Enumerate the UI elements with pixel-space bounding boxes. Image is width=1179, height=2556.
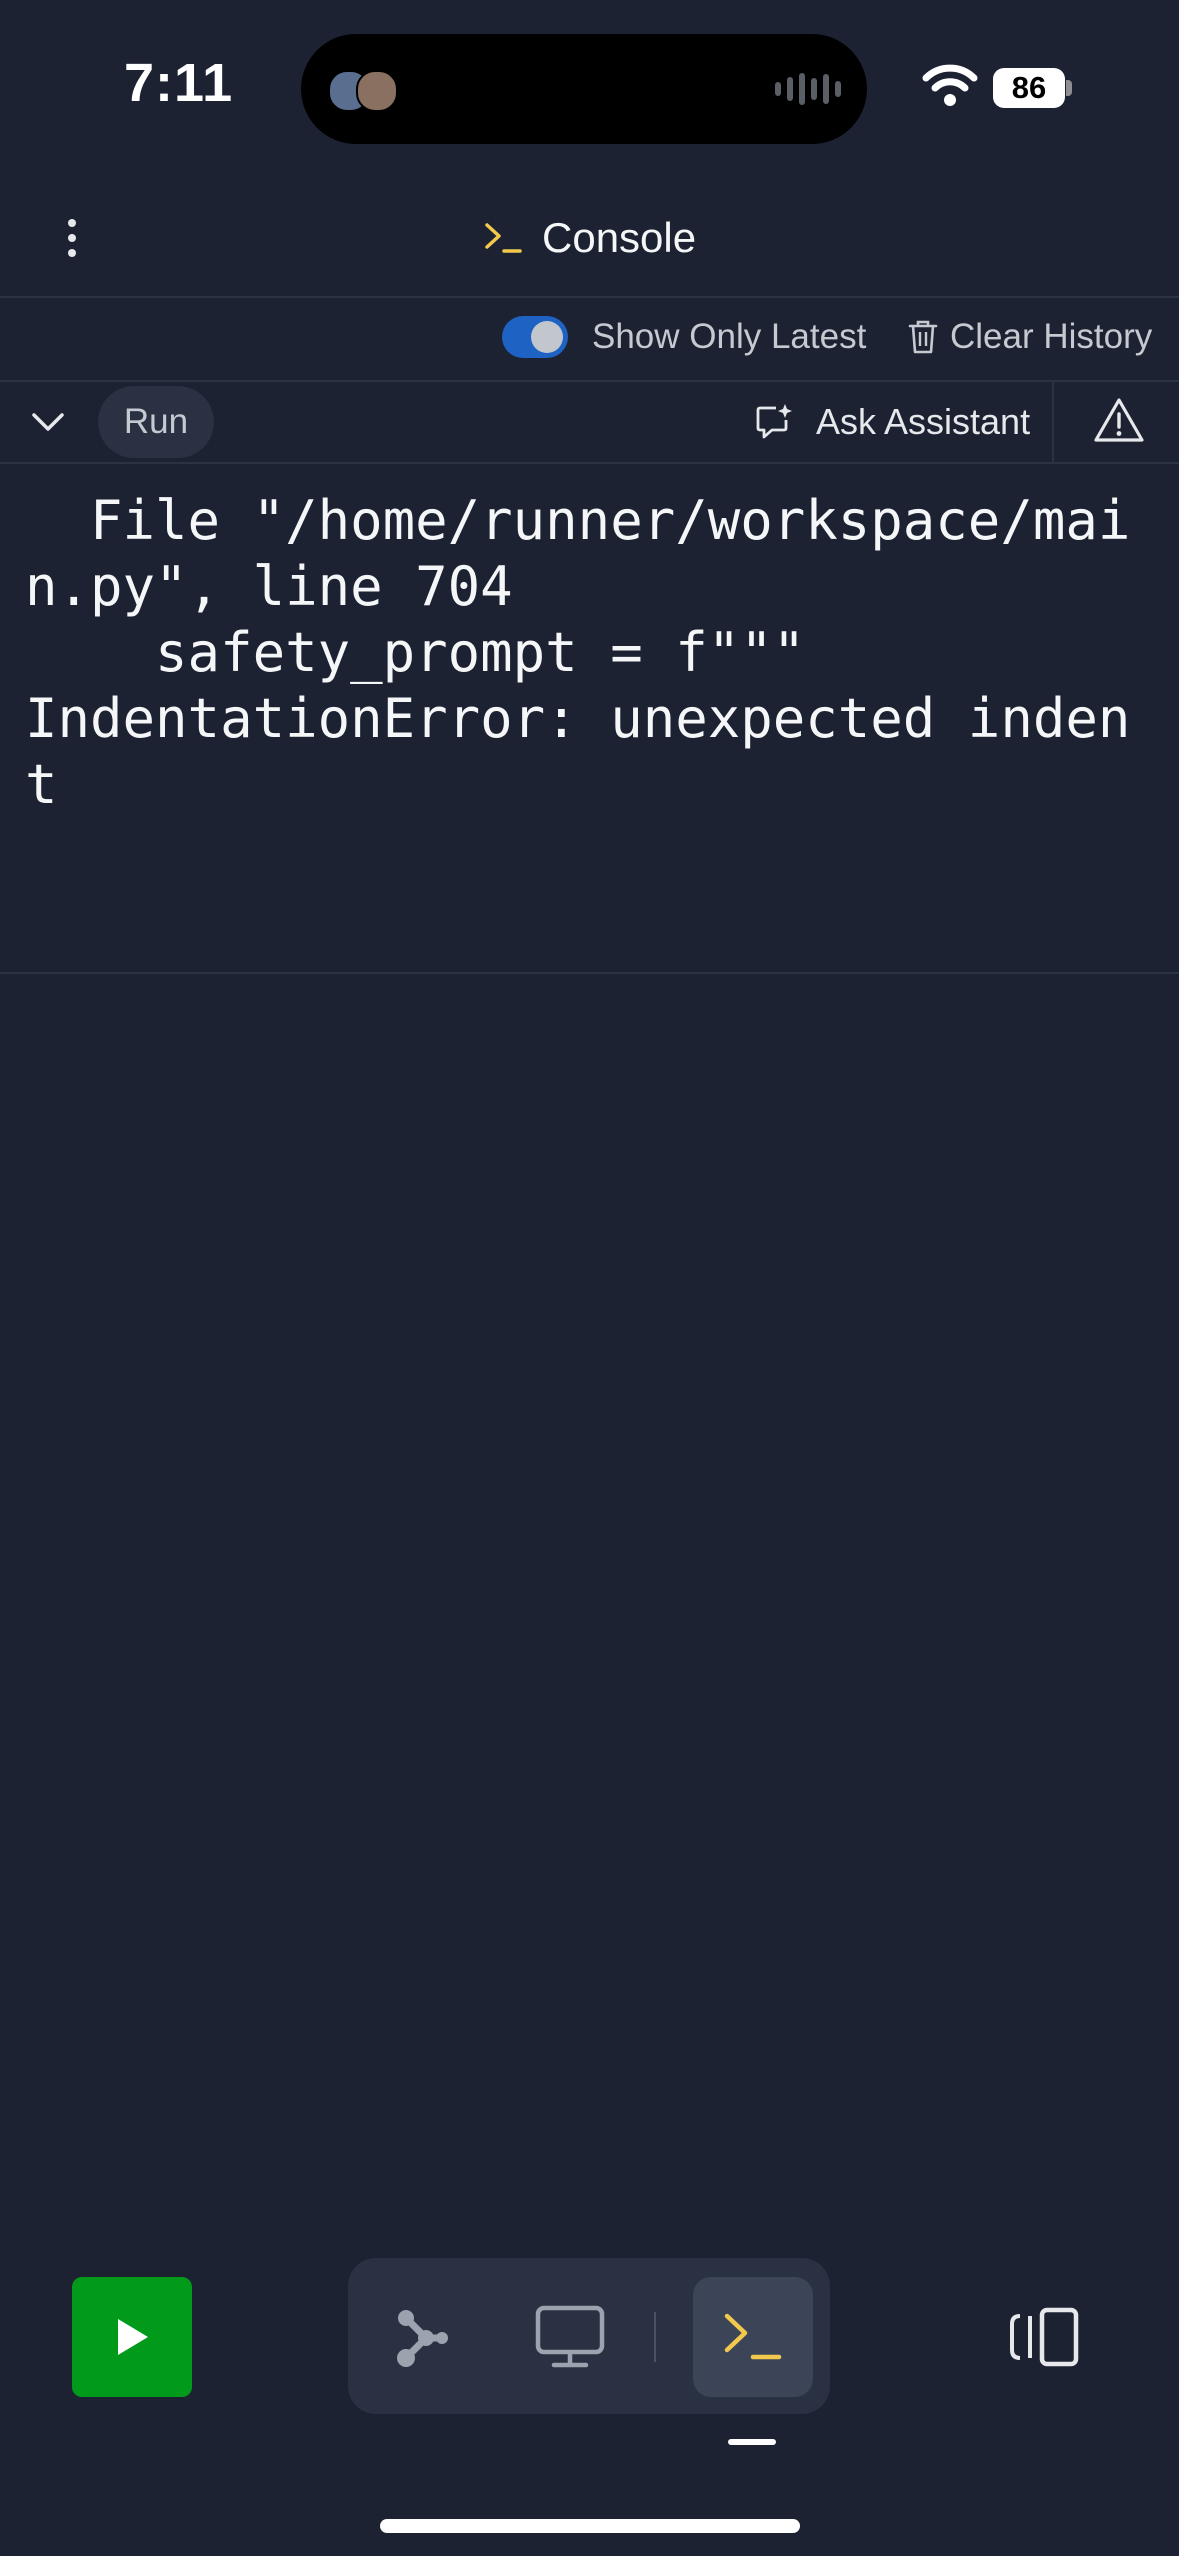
terminal-prompt-icon: [724, 2313, 782, 2360]
wifi-icon: [922, 62, 978, 108]
title-label: Console: [542, 214, 697, 261]
vertical-divider: [1052, 380, 1054, 462]
graph-icon[interactable]: [392, 2306, 452, 2370]
side-panel-icon: [1010, 2307, 1079, 2367]
dot: [68, 234, 76, 242]
divider: [0, 462, 1179, 464]
output-divider: [0, 972, 1179, 974]
dock-divider: [654, 2312, 656, 2362]
active-tab-indicator: [728, 2439, 776, 2445]
status-time: 7:11: [124, 53, 234, 113]
warnings-button[interactable]: [1092, 394, 1146, 448]
console-tab-button[interactable]: [693, 2277, 813, 2397]
show-only-latest-label[interactable]: Show Only Latest: [592, 314, 866, 360]
audio-waveform-icon: [775, 72, 843, 106]
run-button[interactable]: [72, 2277, 192, 2397]
ask-assistant-label: Ask Assistant: [816, 401, 1031, 442]
play-icon: [118, 2319, 148, 2355]
ask-assistant-button[interactable]: Ask Assistant: [754, 396, 1030, 448]
show-only-latest-toggle[interactable]: [502, 316, 568, 358]
battery-icon: 86: [993, 68, 1065, 108]
console-output: File "/home/runner/workspace/mai n.py", …: [25, 489, 1131, 816]
trash-icon: [908, 320, 938, 354]
terminal-prompt-icon: [485, 223, 522, 253]
battery-cap: [1066, 80, 1072, 96]
collapse-button[interactable]: [24, 398, 72, 446]
side-panel-button[interactable]: [1010, 2306, 1080, 2368]
toggle-knob: [531, 321, 563, 353]
chat-sparkle-icon: [756, 404, 792, 439]
home-indicator: [380, 2519, 800, 2533]
clear-history-button[interactable]: Clear History: [908, 314, 1152, 360]
facetime-avatars-icon: [328, 70, 398, 112]
warning-triangle-icon: [1094, 398, 1144, 442]
clear-history-label: Clear History: [950, 317, 1153, 356]
chevron-down-icon: [32, 413, 64, 431]
more-menu-button[interactable]: [44, 210, 100, 266]
dot: [68, 249, 76, 257]
divider: [0, 296, 1179, 298]
page-title: Console: [484, 206, 696, 270]
vertical-dots-icon: [68, 219, 76, 227]
run-tag[interactable]: Run: [98, 386, 214, 458]
battery-level: 86: [1011, 70, 1047, 105]
divider: [0, 380, 1179, 382]
monitor-icon[interactable]: [534, 2304, 606, 2370]
